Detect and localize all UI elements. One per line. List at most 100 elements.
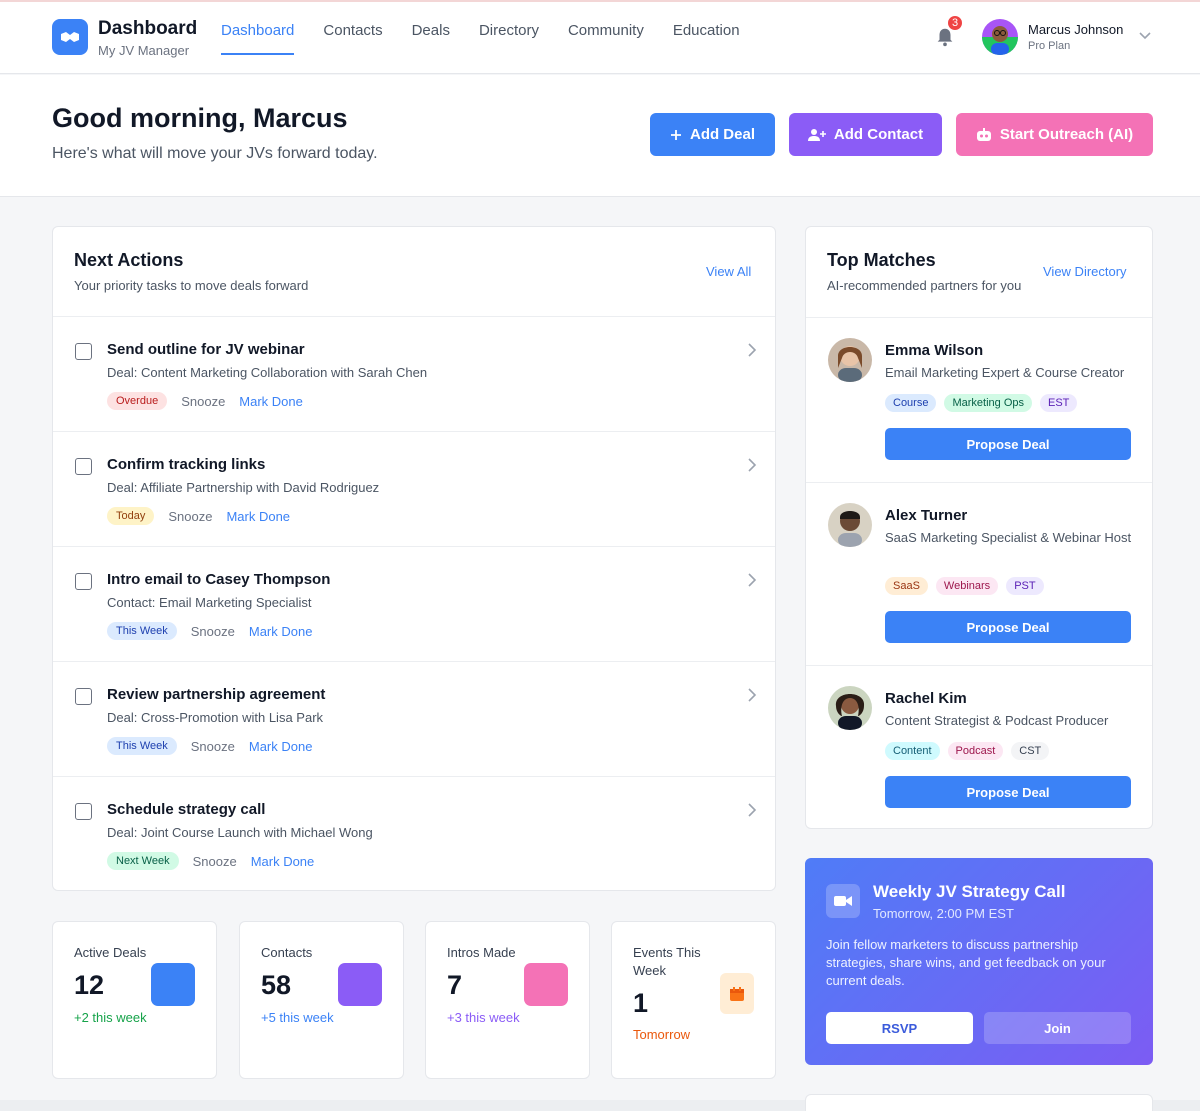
action-title: Intro email to Casey Thompson — [107, 571, 331, 588]
snooze-button[interactable]: Snooze — [191, 624, 235, 639]
add-contact-label: Add Contact — [833, 126, 924, 143]
propose-deal-button[interactable]: Propose Deal — [885, 776, 1131, 808]
call-title: Weekly JV Strategy Call — [873, 882, 1066, 901]
stat-color-square — [338, 963, 382, 1006]
action-description: Deal: Cross-Promotion with Lisa Park — [107, 710, 324, 725]
video-icon-box — [826, 884, 860, 918]
action-checkbox[interactable] — [75, 803, 92, 820]
action-checkbox[interactable] — [75, 458, 92, 475]
match-name: Alex Turner — [885, 507, 968, 524]
action-row[interactable]: Schedule strategy call Deal: Joint Cours… — [53, 776, 775, 891]
status-badge: This Week — [107, 622, 177, 640]
app-logo[interactable] — [52, 19, 88, 55]
stat-label: Contacts — [261, 945, 313, 960]
view-all-link[interactable]: View All — [706, 264, 751, 279]
match-name: Emma Wilson — [885, 342, 984, 359]
chevron-right-icon[interactable] — [747, 458, 757, 472]
handshake-icon — [61, 32, 79, 42]
action-row[interactable]: Intro email to Casey Thompson Contact: E… — [53, 546, 775, 661]
avatar[interactable] — [828, 338, 872, 382]
robot-icon — [976, 127, 991, 141]
mark-done-button[interactable]: Mark Done — [239, 394, 303, 409]
mark-done-button[interactable]: Mark Done — [249, 739, 313, 754]
user-plus-icon — [807, 128, 826, 141]
match-item: Emma Wilson Email Marketing Expert & Cou… — [806, 317, 1152, 482]
action-description: Deal: Joint Course Launch with Michael W… — [107, 825, 373, 840]
propose-deal-button[interactable]: Propose Deal — [885, 611, 1131, 643]
join-button[interactable]: Join — [984, 1012, 1131, 1044]
stat-value: 1 — [633, 988, 649, 1018]
action-checkbox[interactable] — [75, 573, 92, 590]
action-controls: Next Week Snooze Mark Done — [107, 852, 314, 870]
start-outreach-button[interactable]: Start Outreach (AI) — [956, 113, 1153, 156]
match-tag: Podcast — [947, 742, 1004, 760]
add-deal-button[interactable]: Add Deal — [650, 113, 775, 156]
snooze-button[interactable]: Snooze — [191, 739, 235, 754]
stat-label: Active Deals — [74, 945, 147, 960]
mark-done-button[interactable]: Mark Done — [226, 509, 290, 524]
nav-community[interactable]: Community — [568, 0, 644, 58]
snooze-button[interactable]: Snooze — [193, 854, 237, 869]
snooze-button[interactable]: Snooze — [181, 394, 225, 409]
chevron-right-icon[interactable] — [747, 688, 757, 702]
match-tag: CST — [1011, 742, 1050, 760]
stat-card-events[interactable]: Events This Week 1 Tomorrow — [611, 921, 776, 1079]
user-avatar[interactable] — [982, 19, 1018, 55]
chevron-right-icon[interactable] — [747, 573, 757, 587]
action-controls: This Week Snooze Mark Done — [107, 737, 312, 755]
avatar[interactable] — [828, 686, 872, 730]
action-title: Schedule strategy call — [107, 801, 266, 818]
stat-value: 58 — [261, 970, 292, 1000]
match-role: Email Marketing Expert & Course Creator — [885, 365, 1125, 380]
stat-color-square — [524, 963, 568, 1006]
action-description: Contact: Email Marketing Specialist — [107, 595, 312, 610]
propose-deal-button[interactable]: Propose Deal — [885, 428, 1131, 460]
nav-directory[interactable]: Directory — [479, 0, 539, 58]
stat-delta: Tomorrow — [633, 1027, 691, 1042]
match-name: Rachel Kim — [885, 690, 967, 707]
nav-deals[interactable]: Deals — [412, 0, 450, 58]
stat-delta: +3 this week — [447, 1010, 520, 1025]
top-matches-subtitle: AI-recommended partners for you — [827, 278, 1022, 293]
nav-dashboard[interactable]: Dashboard — [221, 0, 295, 58]
chevron-right-icon[interactable] — [747, 803, 757, 817]
chevron-right-icon[interactable] — [747, 343, 757, 357]
view-directory-link[interactable]: View Directory — [1043, 264, 1127, 279]
stat-card-intros-made[interactable]: Intros Made 7 +3 this week — [425, 921, 590, 1079]
next-actions-card: Next Actions Your priority tasks to move… — [52, 226, 776, 891]
snooze-button[interactable]: Snooze — [168, 509, 212, 524]
action-description: Deal: Affiliate Partnership with David R… — [107, 480, 380, 495]
action-checkbox[interactable] — [75, 688, 92, 705]
mark-done-button[interactable]: Mark Done — [249, 624, 313, 639]
greeting-section: Good morning, Marcus Here's what will mo… — [0, 75, 1200, 197]
nav-contacts[interactable]: Contacts — [323, 0, 382, 58]
next-actions-subtitle: Your priority tasks to move deals forwar… — [74, 278, 309, 293]
match-tag: SaaS — [885, 577, 928, 595]
stat-card-contacts[interactable]: Contacts 58 +5 this week — [239, 921, 404, 1079]
action-row[interactable]: Confirm tracking links Deal: Affiliate P… — [53, 431, 775, 546]
action-checkbox[interactable] — [75, 343, 92, 360]
avatar[interactable] — [828, 503, 872, 547]
top-matches-card: Top Matches AI-recommended partners for … — [805, 226, 1153, 829]
stat-color-square — [151, 963, 195, 1006]
call-description: Join fellow marketers to discuss partner… — [826, 937, 1106, 988]
stat-value: 7 — [447, 970, 463, 1000]
action-controls: Today Snooze Mark Done — [107, 507, 290, 525]
match-tag: Course — [885, 394, 937, 412]
stat-label: Events This Week — [633, 945, 701, 978]
action-row[interactable]: Review partnership agreement Deal: Cross… — [53, 661, 775, 776]
mark-done-button[interactable]: Mark Done — [251, 854, 315, 869]
greeting-subtitle: Here's what will move your JVs forward t… — [52, 145, 378, 162]
nav-education[interactable]: Education — [673, 0, 740, 58]
rsvp-button[interactable]: RSVP — [826, 1012, 973, 1044]
next-actions-title: Next Actions — [74, 250, 184, 270]
greeting-title: Good morning, Marcus — [52, 103, 348, 133]
plus-icon — [670, 129, 681, 140]
chevron-down-icon[interactable] — [1138, 31, 1152, 41]
add-deal-label: Add Deal — [689, 126, 755, 143]
action-title: Confirm tracking links — [107, 456, 266, 473]
add-contact-button[interactable]: Add Contact — [789, 113, 942, 156]
stat-card-active-deals[interactable]: Active Deals 12 +2 this week — [52, 921, 217, 1079]
status-badge: Next Week — [107, 852, 179, 870]
action-row[interactable]: Send outline for JV webinar Deal: Conten… — [53, 316, 775, 431]
